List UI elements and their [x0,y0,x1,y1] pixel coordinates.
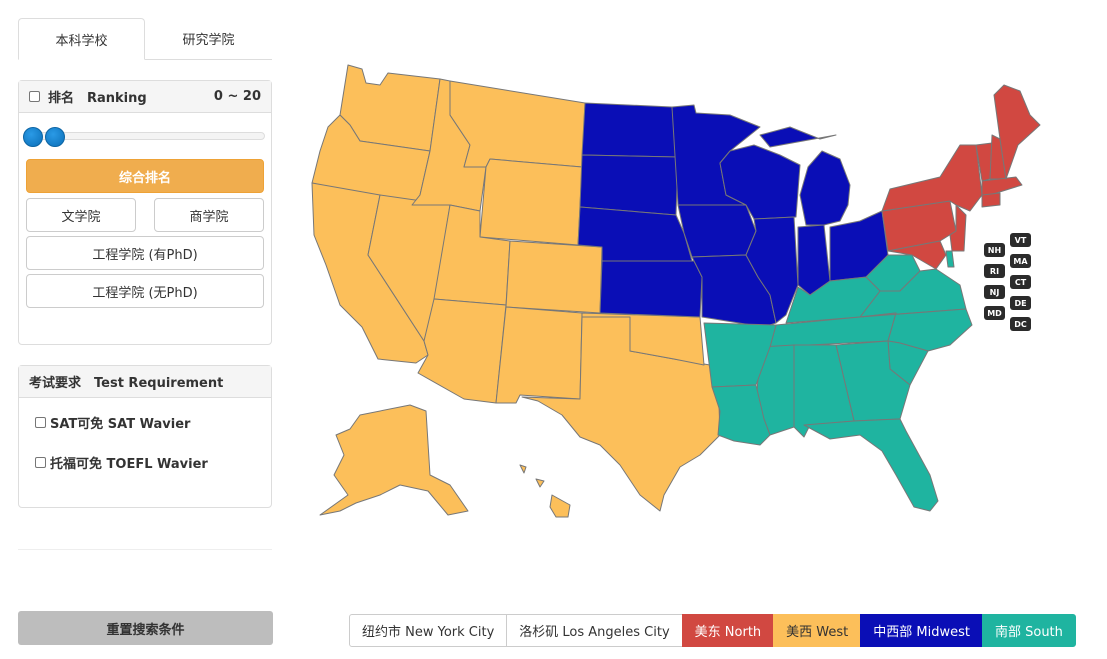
state-label-de[interactable]: DE [1010,296,1031,310]
slider-min-handle[interactable] [23,127,43,147]
legend-los-angeles[interactable]: 洛杉矶 Los Angeles City [506,614,683,647]
engineering-nophd-button[interactable]: 工程学院 (无PhD) [26,274,264,308]
state-label-nj[interactable]: NJ [984,285,1005,299]
state-new-york[interactable] [881,144,983,212]
page-root: 本科学校 研究学院 排名 Ranking 0 ~ 20 综合排名 文学院 商学院… [0,0,1107,659]
legend-new-york-city[interactable]: 纽约市 New York City [349,614,508,647]
state-new-mexico[interactable] [495,306,583,404]
state-montana[interactable] [449,80,586,168]
state-south-dakota[interactable] [579,154,679,216]
ranking-panel: 排名 Ranking 0 ~ 20 综合排名 文学院 商学院 工程学院 (有Ph… [18,80,272,345]
state-label-ri[interactable]: RI [984,264,1005,278]
sat-waiver-label: SAT可免 SAT Wavier [50,416,191,432]
legend-midwest[interactable]: 中西部 Midwest [860,614,983,647]
tab-graduate[interactable]: 研究学院 [145,18,272,59]
ranking-panel-header: 排名 Ranking 0 ~ 20 [19,81,271,113]
toefl-waiver-checkbox[interactable] [35,456,46,468]
state-colorado[interactable] [505,240,603,314]
tab-undergraduate[interactable]: 本科学校 [18,18,145,60]
state-alaska[interactable] [319,404,469,516]
legend-south[interactable]: 南部 South [981,614,1076,647]
state-label-ct[interactable]: CT [1010,275,1031,289]
arts-school-button[interactable]: 文学院 [26,198,136,232]
sidebar-divider [18,549,272,550]
state-connecticut[interactable] [981,192,1001,208]
us-region-map [300,55,1050,535]
state-kansas[interactable] [599,260,703,318]
slider-max-handle[interactable] [45,127,65,147]
ranking-slider[interactable] [23,127,265,147]
test-requirement-title: 考试要求 Test Requirement [29,376,224,391]
test-requirement-panel: 考试要求 Test Requirement SAT可免 SAT Wavier 托… [18,365,272,508]
us-map-svg [311,64,1041,518]
business-school-button[interactable]: 商学院 [154,198,264,232]
state-label-vt[interactable]: VT [1010,233,1031,247]
sat-waiver-checkbox[interactable] [35,416,46,428]
state-iowa[interactable] [677,204,757,258]
state-north-dakota[interactable] [581,102,679,158]
state-label-md[interactable]: MD [984,306,1005,320]
state-delaware[interactable] [945,250,955,268]
sat-waiver-option[interactable]: SAT可免 SAT Wavier [19,412,271,432]
state-wyoming[interactable] [479,158,583,246]
legend-north[interactable]: 美东 North [681,614,775,647]
engineering-phd-button[interactable]: 工程学院 (有PhD) [26,236,264,270]
toefl-waiver-option[interactable]: 托福可免 TOEFL Wavier [19,452,271,472]
test-requirement-header: 考试要求 Test Requirement [19,366,271,398]
state-label-dc[interactable]: DC [1010,317,1031,331]
state-florida[interactable] [803,418,939,512]
region-legend: 纽约市 New York City 洛杉矶 Los Angeles City 美… [349,614,1076,647]
toefl-waiver-label: 托福可免 TOEFL Wavier [50,456,208,472]
state-hawaii[interactable] [519,464,571,518]
ranking-range-value: 0 ~ 20 [213,89,261,104]
state-label-nh[interactable]: NH [984,243,1005,257]
filter-sidebar: 本科学校 研究学院 排名 Ranking 0 ~ 20 综合排名 文学院 商学院… [18,18,272,508]
state-arizona[interactable] [417,298,507,404]
ranking-checkbox[interactable] [29,91,40,102]
legend-west[interactable]: 美西 West [773,614,862,647]
school-type-tabs: 本科学校 研究学院 [18,18,272,60]
ranking-title: 排名 Ranking [48,91,147,106]
overall-ranking-button[interactable]: 综合排名 [26,159,264,193]
reset-search-button[interactable]: 重置搜索条件 [18,611,273,645]
state-label-ma[interactable]: MA [1010,254,1031,268]
